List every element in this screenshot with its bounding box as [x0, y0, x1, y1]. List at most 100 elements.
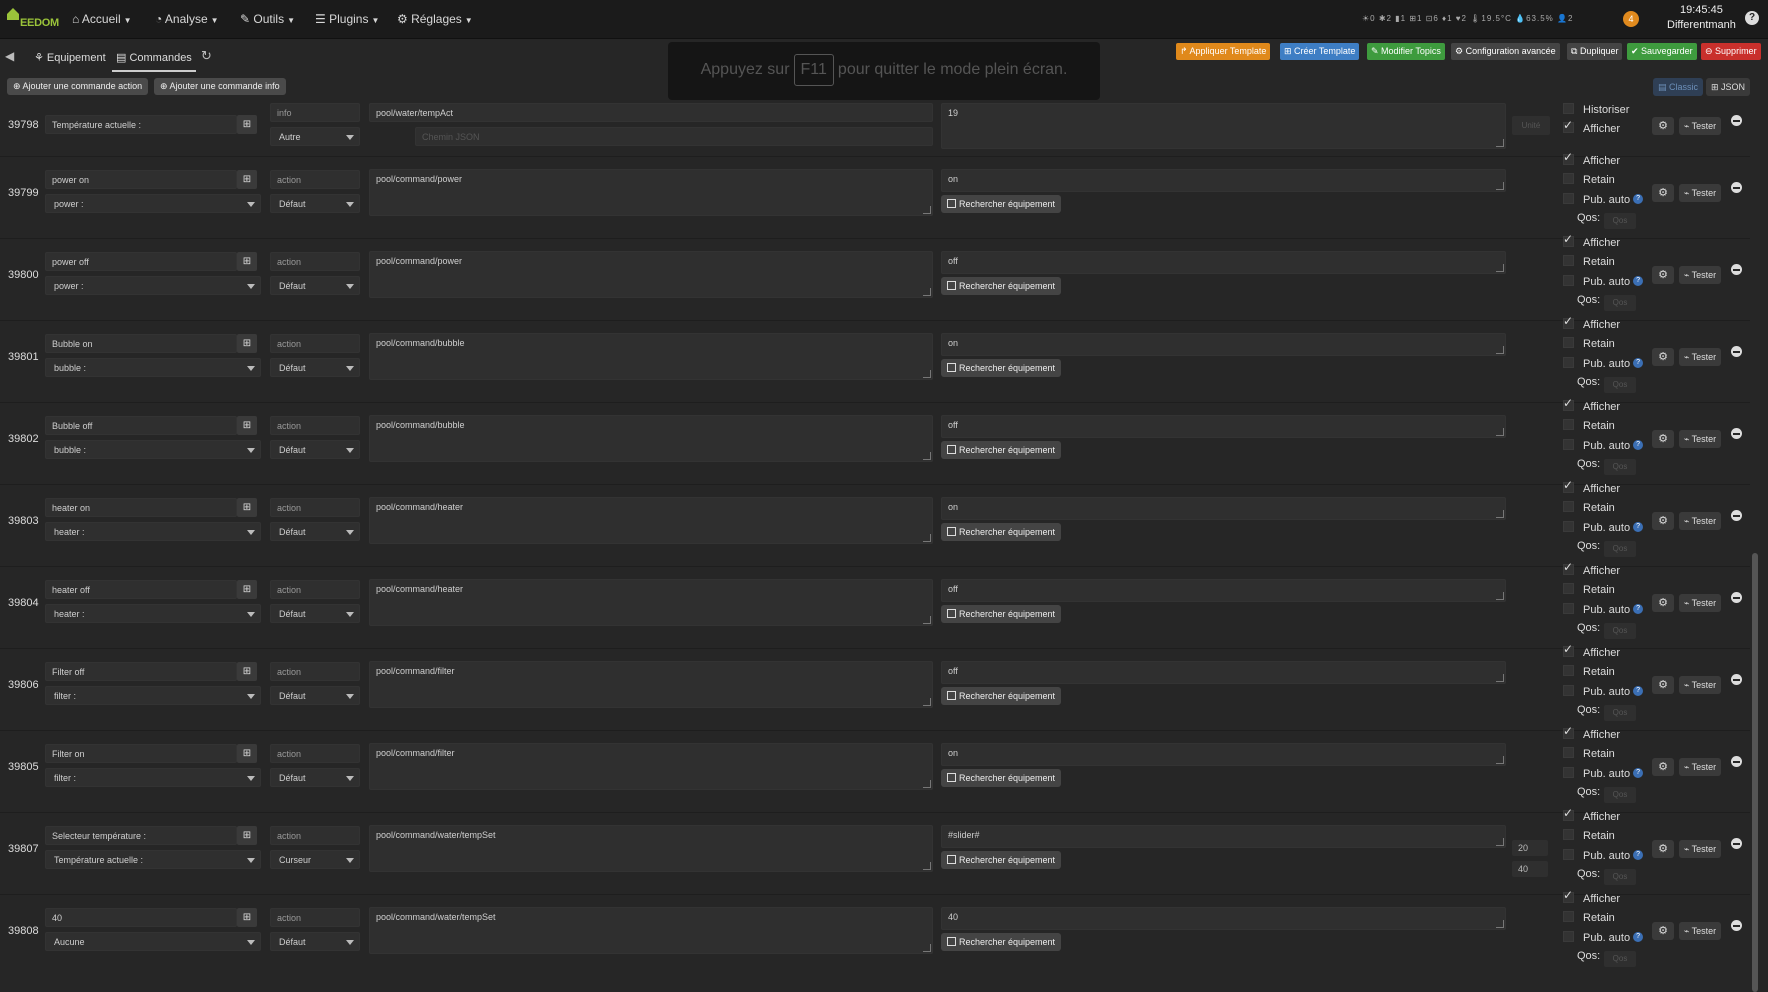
remove-command-icon[interactable]	[1731, 674, 1742, 685]
edit-topics-button[interactable]: ✎ Modifier Topics	[1367, 43, 1445, 60]
tester-button[interactable]: ⌁ Tester	[1679, 594, 1721, 612]
topic-textarea[interactable]: pool/command/filter	[369, 743, 933, 790]
tester-button[interactable]: ⌁ Tester	[1679, 266, 1721, 284]
question-icon[interactable]: ?	[1633, 686, 1644, 696]
linked-info-select[interactable]: power :	[45, 194, 261, 213]
topic-textarea[interactable]: pool/command/bubble	[369, 415, 933, 462]
linked-info-select[interactable]: power :	[45, 276, 261, 295]
question-icon[interactable]: ?	[1633, 932, 1644, 942]
payload-textarea[interactable]: off	[941, 251, 1506, 274]
tester-button[interactable]: ⌁ Tester	[1679, 840, 1721, 858]
configure-icon[interactable]: ⊞	[237, 580, 257, 599]
linked-info-select[interactable]: filter :	[45, 768, 261, 787]
advanced-config-icon[interactable]: ⚙	[1652, 117, 1674, 135]
qos-input[interactable]: Qos	[1604, 459, 1636, 475]
tester-button[interactable]: ⌁ Tester	[1679, 676, 1721, 694]
remove-command-icon[interactable]	[1731, 428, 1742, 439]
topic-textarea[interactable]: pool/command/bubble	[369, 333, 933, 380]
payload-textarea[interactable]: on	[941, 333, 1506, 356]
advanced-config-icon[interactable]: ⚙	[1652, 348, 1674, 366]
configure-icon[interactable]: ⊞	[237, 334, 257, 353]
afficher-checkbox[interactable]: Afficher	[1563, 118, 1620, 135]
pub-auto-checkbox[interactable]: Pub. auto?	[1563, 931, 1644, 944]
question-icon[interactable]: ?	[1633, 522, 1644, 532]
command-name-input[interactable]: Bubble off	[45, 416, 237, 435]
command-subtype-select[interactable]: Défaut	[270, 768, 360, 787]
command-subtype-select[interactable]: Défaut	[270, 276, 360, 295]
qos-input[interactable]: Qos	[1604, 541, 1636, 557]
command-subtype-select[interactable]: Défaut	[270, 358, 360, 377]
linked-info-select[interactable]: Aucune	[45, 932, 261, 951]
command-type-field[interactable]: action	[270, 334, 360, 353]
tester-button[interactable]: ⌁ Tester	[1679, 430, 1721, 448]
search-equipment-button[interactable]: Rechercher équipement	[941, 523, 1062, 541]
command-type-field[interactable]: action	[270, 744, 360, 763]
topic-textarea[interactable]: pool/command/heater	[369, 497, 933, 544]
linked-info-select[interactable]: Température actuelle :	[45, 850, 261, 869]
advanced-config-icon[interactable]: ⚙	[1652, 184, 1674, 202]
save-button[interactable]: ✔ Sauvegarder	[1627, 43, 1697, 60]
command-type-field[interactable]: action	[270, 662, 360, 681]
back-arrow-icon[interactable]: ◀	[5, 49, 14, 63]
configure-icon[interactable]: ⊞	[237, 498, 257, 517]
advanced-config-icon[interactable]: ⚙	[1652, 676, 1674, 694]
configure-icon[interactable]: ⊞	[237, 252, 257, 271]
pub-auto-checkbox[interactable]: Pub. auto?	[1563, 357, 1644, 370]
menu-accueil[interactable]: ⌂ Accueil ▼	[72, 0, 132, 38]
advanced-config-icon[interactable]: ⚙	[1652, 512, 1674, 530]
retain-checkbox[interactable]: Retain	[1563, 419, 1615, 432]
advanced-config-icon[interactable]: ⚙	[1652, 840, 1674, 858]
classic-view-button[interactable]: ▤ Classic	[1653, 78, 1704, 96]
linked-info-select[interactable]: filter :	[45, 686, 261, 705]
payload-textarea[interactable]: on	[941, 743, 1506, 766]
remove-command-icon[interactable]	[1731, 838, 1742, 849]
retain-checkbox[interactable]: Retain	[1563, 501, 1615, 514]
linked-info-select[interactable]: heater :	[45, 604, 261, 623]
configure-icon[interactable]: ⊞	[237, 908, 257, 927]
configure-icon[interactable]: ⊞	[237, 744, 257, 763]
search-equipment-button[interactable]: Rechercher équipement	[941, 933, 1062, 951]
configure-icon[interactable]: ⊞	[237, 170, 257, 189]
command-subtype-select[interactable]: Curseur	[270, 850, 360, 869]
topic-textarea[interactable]: pool/command/power	[369, 251, 933, 298]
remove-command-icon[interactable]	[1731, 920, 1742, 931]
qos-input[interactable]: Qos	[1604, 377, 1636, 393]
pub-auto-checkbox[interactable]: Pub. auto?	[1563, 193, 1644, 206]
pub-auto-checkbox[interactable]: Pub. auto?	[1563, 275, 1644, 288]
command-subtype-select[interactable]: Défaut	[270, 440, 360, 459]
pub-auto-checkbox[interactable]: Pub. auto?	[1563, 849, 1644, 862]
search-equipment-button[interactable]: Rechercher équipement	[941, 195, 1062, 213]
afficher-checkbox[interactable]: Afficher	[1563, 396, 1620, 413]
jeedom-logo[interactable]: EEDOM	[4, 4, 60, 34]
topic-textarea[interactable]: pool/command/water/tempSet	[369, 825, 933, 872]
question-icon[interactable]: ?	[1633, 604, 1644, 614]
create-template-button[interactable]: ⊞ Créer Template	[1280, 43, 1360, 60]
remove-command-icon[interactable]	[1731, 115, 1742, 126]
command-type-field[interactable]: action	[270, 416, 360, 435]
command-name-input[interactable]: 40	[45, 908, 237, 927]
afficher-checkbox[interactable]: Afficher	[1563, 478, 1620, 495]
command-type-field[interactable]: action	[270, 580, 360, 599]
remove-command-icon[interactable]	[1731, 346, 1742, 357]
afficher-checkbox[interactable]: Afficher	[1563, 314, 1620, 331]
afficher-checkbox[interactable]: Afficher	[1563, 232, 1620, 249]
advanced-config-icon[interactable]: ⚙	[1652, 758, 1674, 776]
search-equipment-button[interactable]: Rechercher équipement	[941, 605, 1062, 623]
qos-input[interactable]: Qos	[1604, 623, 1636, 639]
payload-textarea[interactable]: off	[941, 661, 1506, 684]
advanced-config-icon[interactable]: ⚙	[1652, 266, 1674, 284]
menu-plugins[interactable]: ☰ Plugins ▼	[315, 0, 379, 38]
slider-min-input[interactable]: 20	[1512, 840, 1548, 856]
command-type-field[interactable]: action	[270, 908, 360, 927]
topic-textarea[interactable]: pool/command/water/tempSet	[369, 907, 933, 954]
retain-checkbox[interactable]: Retain	[1563, 337, 1615, 350]
json-path-input[interactable]: Chemin JSON	[415, 127, 933, 146]
payload-textarea[interactable]: #slider#	[941, 825, 1506, 848]
search-equipment-button[interactable]: Rechercher équipement	[941, 851, 1062, 869]
menu-outils[interactable]: ✎ Outils ▼	[240, 0, 295, 38]
add-info-command-button[interactable]: ⊕ Ajouter une commande info	[154, 78, 286, 95]
question-icon[interactable]: ?	[1633, 276, 1644, 286]
command-name-input[interactable]: power on	[45, 170, 237, 189]
tester-button[interactable]: ⌁ Tester	[1679, 348, 1721, 366]
command-type-field[interactable]: action	[270, 498, 360, 517]
